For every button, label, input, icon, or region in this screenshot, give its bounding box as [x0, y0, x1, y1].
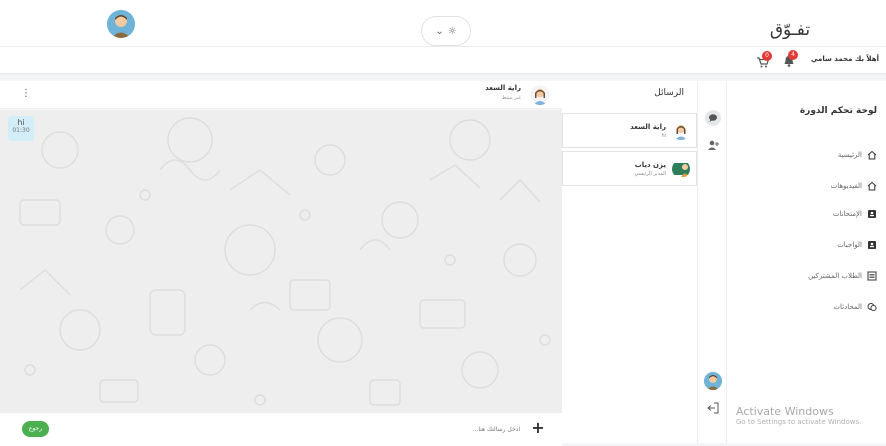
watermark-title: Activate Windows — [736, 405, 834, 418]
conversation-name: يزن دياب — [634, 161, 666, 169]
chat-contact-status: غير نشط — [501, 95, 521, 101]
notifications-button[interactable]: 4 — [782, 50, 800, 68]
conversation-preview: hi — [661, 133, 666, 139]
notifications-badge: 4 — [788, 50, 798, 60]
conversation-item[interactable]: يزن دياب المدير الرئيسي — [562, 151, 697, 186]
sidebar-item-label: الفيديوهات — [830, 182, 862, 190]
user-greeting: أهلاً بك محمد سامي — [810, 55, 879, 63]
back-button[interactable]: رجوع — [22, 421, 49, 437]
conversation-item[interactable]: راية السعد hi — [562, 113, 697, 148]
chat-messages-area: hi 01:30 — [0, 110, 562, 413]
id-card-icon — [868, 210, 876, 218]
sun-icon: ☼ — [447, 25, 457, 37]
message-composer: رجوع + — [0, 413, 562, 446]
theme-toggle-button[interactable]: ⌄ ☼ — [421, 16, 471, 46]
top-bar: ⌄ ☼ تفـوّق — [0, 0, 886, 47]
course-sidebar: لوحة تحكم الدورة الرئيسية الفيديوهات الإ… — [727, 81, 886, 443]
icon-rail — [697, 81, 727, 443]
add-attachment-button[interactable]: + — [528, 418, 548, 438]
id-card-icon — [868, 241, 876, 249]
conversation-name: راية السعد — [630, 123, 666, 131]
logo: تفـوّق — [769, 20, 811, 40]
sidebar-item-assignments[interactable]: الواجبات — [777, 238, 877, 252]
sidebar-item-exams[interactable]: الإمتحانات — [777, 207, 877, 221]
sidebar-item-label: الواجبات — [837, 241, 862, 249]
add-user-icon — [708, 140, 719, 150]
chat-contact-name: راية السعد — [485, 84, 521, 92]
chat-contact-avatar-icon — [530, 85, 550, 105]
os-activation-watermark: Activate Windows Go to Settings to activ… — [736, 405, 886, 426]
sidebar-item-home[interactable]: الرئيسية — [777, 148, 877, 162]
sidebar-item-label: الرئيسية — [837, 151, 862, 159]
message-time: 01:30 — [12, 127, 30, 134]
sidebar-item-students[interactable]: الطلاب المشتركين — [777, 269, 877, 283]
sidebar-item-label: الإمتحانات — [832, 210, 862, 218]
cart-badge: 0 — [762, 51, 772, 61]
user-avatar-icon[interactable] — [107, 10, 135, 38]
contact-avatar-icon — [672, 122, 690, 140]
watermark-subtitle: Go to Settings to activate Windows. — [736, 418, 862, 426]
home-icon — [867, 181, 877, 191]
logout-icon — [707, 402, 719, 414]
sidebar-item-label: الطلاب المشتركين — [808, 272, 862, 280]
chat-tab-button[interactable] — [705, 110, 721, 126]
sidebar-item-videos[interactable]: الفيديوهات — [777, 179, 877, 193]
sidebar-item-label: المحادثات — [833, 303, 862, 311]
logout-button[interactable] — [706, 400, 720, 414]
message-text: hi — [17, 118, 25, 127]
more-options-icon[interactable]: ⋮ — [21, 88, 31, 99]
cart-button[interactable]: 0 — [756, 51, 774, 69]
message-bubble: hi 01:30 — [8, 116, 34, 141]
sidebar-title: لوحة تحكم الدورة — [799, 106, 877, 116]
rail-avatar-icon[interactable] — [704, 372, 722, 390]
home-icon — [867, 150, 877, 160]
sidebar-item-conversations[interactable]: المحادثات — [777, 300, 877, 314]
chat-icon — [867, 303, 877, 312]
chat-wallpaper — [19, 117, 551, 406]
conversation-preview: المدير الرئيسي — [634, 171, 666, 177]
contact-avatar-icon — [672, 160, 690, 178]
conversations-title: الرسائل — [654, 88, 684, 98]
add-user-button[interactable] — [706, 137, 720, 151]
user-bar: أهلاً بك محمد سامي 4 0 — [0, 47, 886, 74]
chat-bubble-icon — [709, 114, 717, 122]
conversations-panel: الرسائل راية السعد hi يزن دياب المدير ال… — [562, 81, 697, 443]
chevron-down-icon: ⌄ — [435, 25, 444, 37]
chat-header: ⋮ راية السعد غير نشط — [0, 81, 562, 109]
message-input[interactable] — [415, 421, 520, 438]
list-icon — [867, 271, 877, 281]
